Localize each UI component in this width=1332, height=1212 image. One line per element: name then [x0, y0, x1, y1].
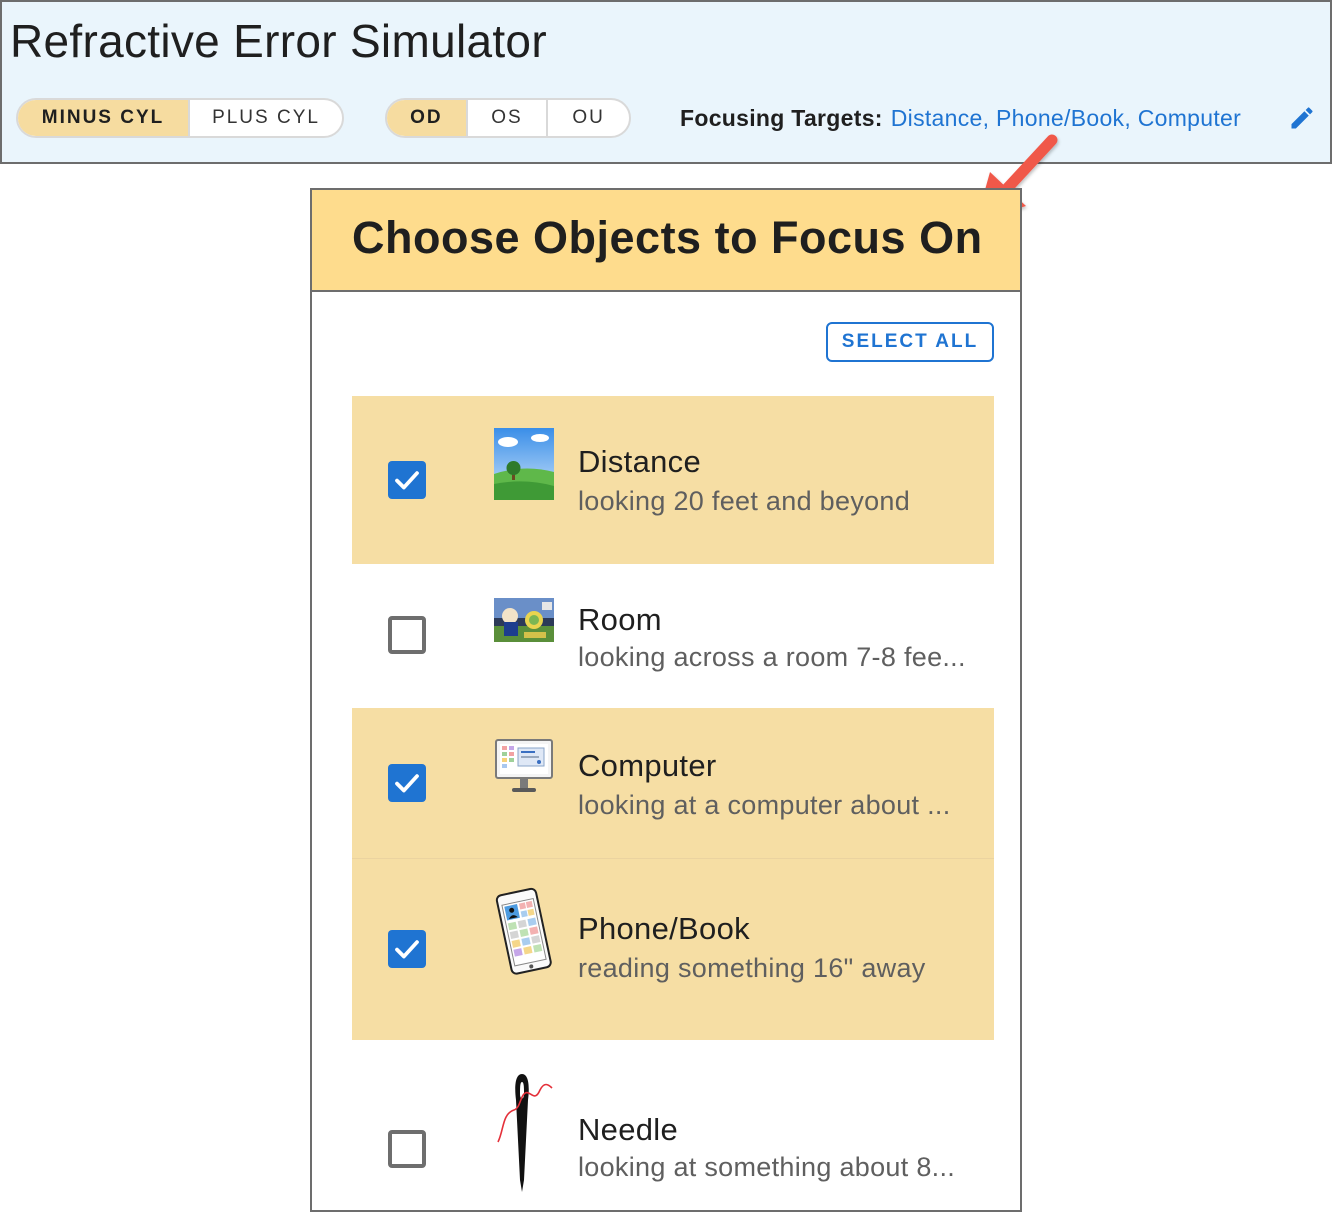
item-subtitle: reading something 16" away	[578, 953, 926, 983]
od-toggle[interactable]: OD	[387, 100, 468, 136]
item-subtitle: looking across a room 7-8 fee...	[578, 642, 966, 672]
item-subtitle: looking at something about 8...	[578, 1152, 956, 1182]
pencil-icon[interactable]	[1288, 104, 1316, 132]
ou-toggle[interactable]: OU	[548, 100, 629, 136]
app-title: Refractive Error Simulator	[10, 15, 547, 67]
checkbox-checked-icon[interactable]	[388, 461, 426, 499]
item-title: Room	[578, 602, 662, 637]
item-title: Phone/Book	[578, 911, 750, 946]
item-subtitle: looking at a computer about ...	[578, 790, 951, 820]
item-title: Computer	[578, 748, 717, 783]
focus-objects-dialog: Choose Objects to Focus On SELECT ALL Di…	[310, 188, 1022, 1212]
eye-toggle-group: OD OS OU	[385, 98, 631, 138]
focusing-targets: Focusing Targets: Distance, Phone/Book, …	[680, 102, 1241, 134]
list-item-phone-book[interactable]: Phone/Book reading something 16" away	[352, 859, 994, 1040]
list-item-room[interactable]: Room looking across a room 7-8 fee...	[352, 564, 994, 708]
room-tv-thumbnail-icon	[494, 598, 554, 647]
minus-cyl-toggle[interactable]: MINUS CYL	[18, 100, 190, 136]
item-title: Needle	[578, 1112, 679, 1147]
list-item-distance[interactable]: Distance looking 20 feet and beyond	[352, 396, 994, 564]
select-all-button[interactable]: SELECT ALL	[826, 322, 994, 362]
checkbox-checked-icon[interactable]	[388, 930, 426, 968]
item-subtitle: looking 20 feet and beyond	[578, 486, 911, 516]
checkbox-unchecked-icon[interactable]	[388, 616, 426, 654]
list-item-needle[interactable]: Needle looking at something about 8...	[352, 1040, 994, 1210]
dialog-title: Choose Objects to Focus On	[352, 212, 983, 263]
needle-thread-thumbnail-icon	[494, 1070, 556, 1199]
dialog-header: Choose Objects to Focus On	[312, 190, 1020, 292]
os-toggle[interactable]: OS	[468, 100, 549, 136]
focusing-targets-label: Focusing Targets:	[680, 104, 883, 131]
landscape-thumbnail-icon	[494, 428, 554, 505]
list-item-computer[interactable]: Computer looking at a computer about ...	[352, 708, 994, 858]
item-title: Distance	[578, 444, 702, 479]
plus-cyl-toggle[interactable]: PLUS CYL	[190, 100, 342, 136]
checkbox-unchecked-icon[interactable]	[388, 1130, 426, 1168]
cylinder-toggle-group: MINUS CYL PLUS CYL	[16, 98, 344, 138]
focusing-targets-value[interactable]: Distance, Phone/Book, Computer	[891, 105, 1241, 132]
checkbox-checked-icon[interactable]	[388, 764, 426, 802]
computer-monitor-thumbnail-icon	[494, 738, 554, 801]
app-header: Refractive Error Simulator MINUS CYL PLU…	[0, 0, 1332, 164]
phone-thumbnail-icon	[494, 887, 556, 982]
